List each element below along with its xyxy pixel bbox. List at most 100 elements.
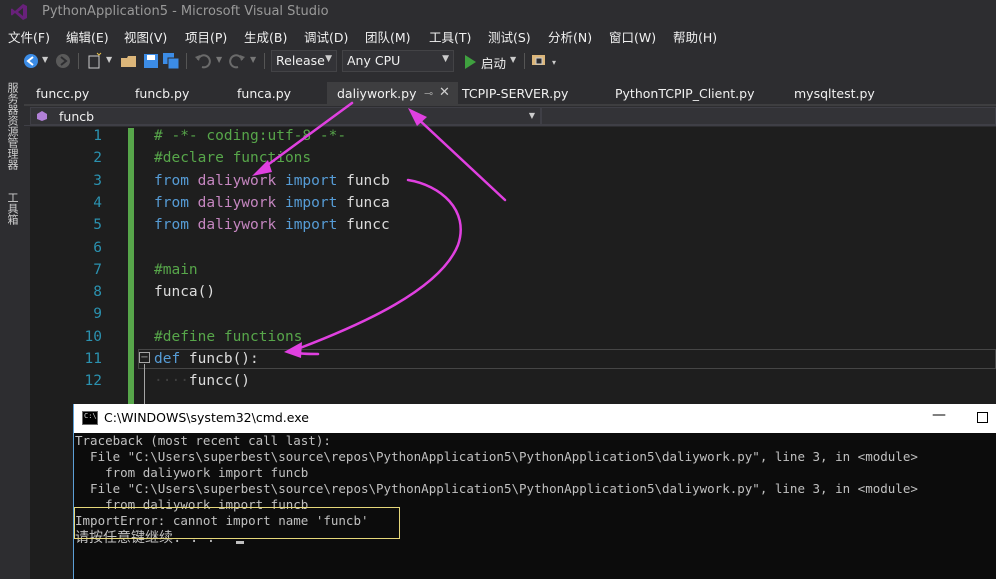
code-line: from daliywork import funcc	[154, 217, 390, 233]
back-icon[interactable]	[22, 52, 40, 70]
code-token: funcb():	[180, 351, 259, 367]
line-number: 2	[93, 150, 102, 167]
code-token: import	[284, 194, 338, 211]
change-tracking-bar	[128, 128, 134, 404]
play-icon[interactable]	[462, 53, 480, 71]
collapse-icon[interactable]: −	[139, 352, 150, 363]
tab-funca[interactable]: funca.py	[227, 82, 301, 105]
console-output[interactable]: Traceback (most recent call last): File …	[74, 433, 996, 579]
menu-test[interactable]: 测试(S)	[488, 27, 531, 46]
server-explorer-tab[interactable]: 服务器资源管理器	[5, 82, 19, 186]
code-line: def funcb():	[154, 351, 259, 367]
line-number: 8	[93, 284, 102, 301]
console-line: File "C:\Users\superbest\source\repos\Py…	[75, 449, 918, 464]
code-token: from	[154, 172, 189, 189]
menu-file[interactable]: 文件(F)	[8, 27, 50, 46]
cmd-window: C:\ C:\WINDOWS\system32\cmd.exe — Traceb…	[73, 404, 996, 579]
menu-window[interactable]: 窗口(W)	[609, 27, 656, 46]
code-token: #define functions	[154, 328, 303, 345]
find-in-files-icon[interactable]	[530, 52, 548, 70]
member-select[interactable]: funcb ▼	[30, 107, 541, 125]
new-project-icon[interactable]	[86, 52, 104, 70]
cmd-title-bar: C:\ C:\WINDOWS\system32\cmd.exe —	[74, 404, 996, 433]
code-token: funcc	[337, 217, 390, 234]
minimize-icon[interactable]: —	[932, 407, 946, 423]
menu-build[interactable]: 生成(B)	[244, 27, 287, 46]
code-token: #main	[154, 261, 198, 278]
code-token: # -*- coding:utf-8 -*-	[154, 128, 347, 144]
menu-debug[interactable]: 调试(D)	[304, 27, 348, 46]
pin-icon[interactable]: ⊸	[424, 87, 433, 100]
member-select-value: funcb	[59, 109, 95, 124]
code-token: import	[284, 172, 338, 189]
code-token: import	[284, 217, 338, 234]
line-number: 3	[93, 172, 102, 189]
menu-project[interactable]: 项目(P)	[185, 27, 227, 46]
title-bar: PythonApplication5 - Microsoft Visual St…	[0, 0, 996, 24]
code-token: daliywork	[197, 194, 277, 211]
open-file-icon[interactable]	[120, 52, 138, 70]
chevron-down-icon: ▼	[528, 111, 535, 120]
toolbar-separator	[264, 53, 265, 69]
new-dropdown-icon[interactable]: ▼	[106, 55, 112, 64]
menu-team[interactable]: 团队(M)	[365, 27, 411, 46]
start-button[interactable]: 启动	[481, 53, 506, 72]
console-cursor	[236, 541, 244, 544]
code-line: #main	[154, 262, 198, 278]
toolbar-separator	[524, 53, 525, 69]
menu-analyze[interactable]: 分析(N)	[548, 27, 592, 46]
code-line: from daliywork import funca	[154, 195, 390, 211]
menu-view[interactable]: 视图(V)	[124, 27, 167, 46]
code-token: funca	[337, 194, 390, 211]
chevron-down-icon: ▼	[325, 54, 332, 64]
code-line: # -*- coding:utf-8 -*-	[154, 128, 346, 144]
tab-funcb[interactable]: funcb.py	[125, 82, 199, 105]
menu-edit[interactable]: 编辑(E)	[66, 27, 109, 46]
code-line: from daliywork import funcb	[154, 173, 390, 189]
redo-dropdown-icon[interactable]: ▼	[250, 55, 256, 64]
toolbar-overflow-icon[interactable]: ▾	[552, 58, 556, 67]
line-number: 9	[93, 306, 102, 323]
toolbox-tab[interactable]: 工具箱	[5, 192, 19, 236]
platform-select[interactable]: Any CPU ▼	[342, 50, 454, 72]
undo-dropdown-icon[interactable]: ▼	[216, 55, 222, 64]
menu-bar: 文件(F) 编辑(E) 视图(V) 项目(P) 生成(B) 调试(D) 团队(M…	[0, 24, 996, 46]
platform-value: Any CPU	[347, 53, 401, 68]
configuration-select[interactable]: Release ▼	[271, 50, 337, 72]
tab-pythontcpip-client[interactable]: PythonTCPIP_Client.py	[605, 82, 764, 105]
current-line-highlight	[138, 349, 996, 369]
code-token: #declare functions	[154, 150, 312, 167]
redo-icon[interactable]	[228, 52, 246, 70]
fold-guide	[144, 364, 145, 404]
save-all-icon[interactable]	[162, 52, 180, 70]
console-line: File "C:\Users\superbest\source\repos\Py…	[75, 481, 918, 496]
line-number: 11	[84, 351, 102, 367]
code-token: daliywork	[197, 217, 277, 234]
start-dropdown-icon[interactable]: ▼	[510, 55, 516, 64]
save-icon[interactable]	[142, 52, 160, 70]
undo-icon[interactable]	[194, 52, 212, 70]
error-highlight-box	[74, 507, 400, 539]
line-number: 5	[93, 217, 102, 234]
code-line: #define functions	[154, 329, 302, 345]
menu-tools[interactable]: 工具(T)	[429, 27, 471, 46]
side-tool-strip: 服务器资源管理器 工具箱	[0, 76, 24, 579]
code-line: ····funcc()	[154, 373, 250, 389]
maximize-icon[interactable]	[977, 412, 988, 423]
line-number: 4	[93, 194, 102, 211]
tab-tcpip-server[interactable]: TCPIP-SERVER.py	[452, 82, 578, 105]
forward-icon[interactable]	[54, 52, 72, 70]
code-token: funca()	[154, 284, 216, 301]
tab-funcc[interactable]: funcc.py	[26, 82, 99, 105]
tab-mysqltest[interactable]: mysqltest.py	[784, 82, 885, 105]
line-number: 10	[84, 328, 102, 345]
close-icon[interactable]: ✕	[439, 85, 450, 100]
menu-help[interactable]: 帮助(H)	[673, 27, 717, 46]
secondary-nav-select[interactable]	[541, 107, 996, 125]
line-number: 1	[93, 128, 102, 144]
line-number: 6	[93, 239, 102, 256]
back-dropdown-icon[interactable]: ▼	[42, 55, 48, 64]
